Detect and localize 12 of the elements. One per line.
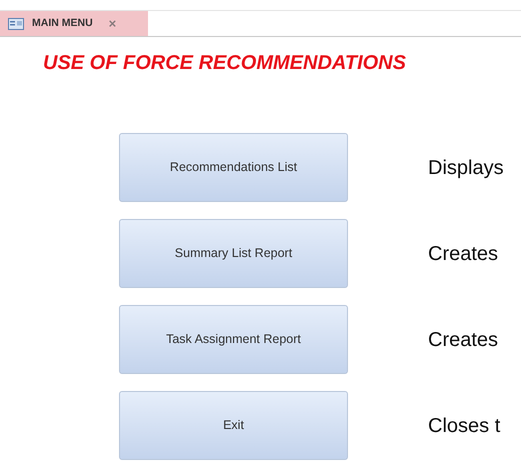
description-text: Creates xyxy=(428,242,498,266)
tab-label: MAIN MENU xyxy=(32,16,93,31)
description-text: Closes t xyxy=(428,414,500,438)
menu-button[interactable]: Recommendations List xyxy=(119,133,348,202)
menu-button[interactable]: Exit xyxy=(119,391,348,460)
description-text: Displays xyxy=(428,156,504,180)
menu-button[interactable]: Summary List Report xyxy=(119,219,348,288)
form-icon xyxy=(8,18,24,30)
description-text: Creates xyxy=(428,328,498,352)
page-title: USE OF FORCE RECOMMENDATIONS xyxy=(43,51,407,75)
menu-button[interactable]: Task Assignment Report xyxy=(119,305,348,374)
main-menu-tab[interactable]: MAIN MENU × xyxy=(0,11,148,36)
